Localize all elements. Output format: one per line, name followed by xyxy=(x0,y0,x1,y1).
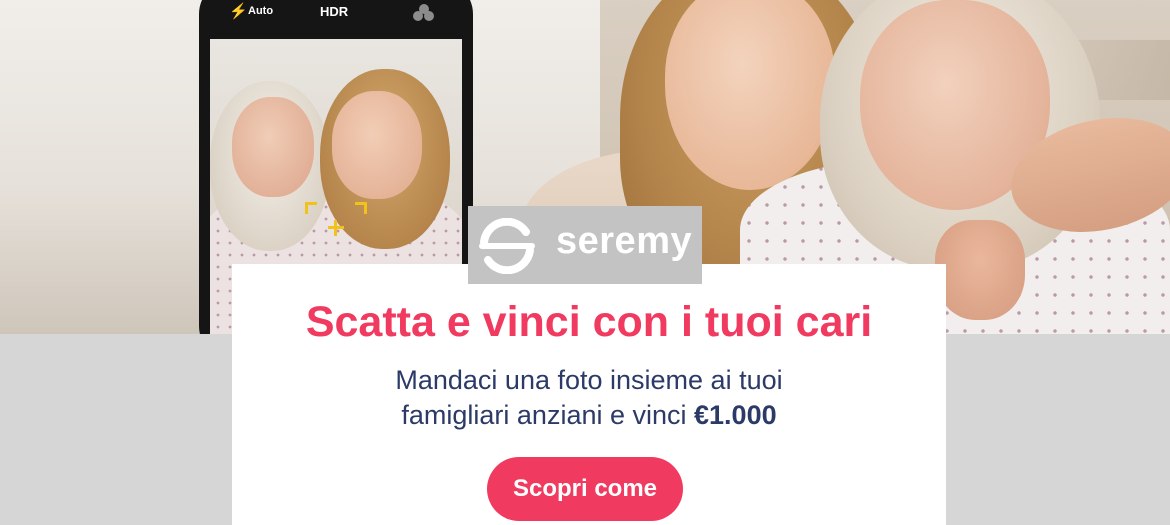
flash-mode-label: Auto xyxy=(248,5,274,17)
seremy-logo-icon xyxy=(479,218,535,274)
subline-line-1: Mandaci una foto insieme ai tuoi xyxy=(395,365,783,395)
camera-toolbar: ⚡ Auto HDR xyxy=(199,0,473,38)
preview-elderly-face xyxy=(232,97,314,197)
preview-young-face xyxy=(332,91,422,199)
subline-line-2-text: famigliari anziani e vinci xyxy=(401,400,695,430)
discover-how-button[interactable]: Scopri come xyxy=(487,457,683,521)
flash-icon: ⚡ xyxy=(229,3,248,20)
promo-headline: Scatta e vinci con i tuoi cari xyxy=(305,298,873,346)
focus-plus-icon xyxy=(328,220,344,236)
brand-name: seremy xyxy=(556,220,693,262)
focus-frame-icon xyxy=(305,202,367,240)
hdr-label: HDR xyxy=(320,4,349,19)
subline-line-2: famigliari anziani e vinci €1.000 xyxy=(232,398,946,433)
clasped-hands xyxy=(935,220,1025,320)
filter-icon xyxy=(413,4,435,22)
prize-amount: €1.000 xyxy=(694,400,777,430)
promo-subline: Mandaci una foto insieme ai tuoi famigli… xyxy=(232,363,946,433)
brand-logo[interactable]: seremy xyxy=(468,206,702,284)
